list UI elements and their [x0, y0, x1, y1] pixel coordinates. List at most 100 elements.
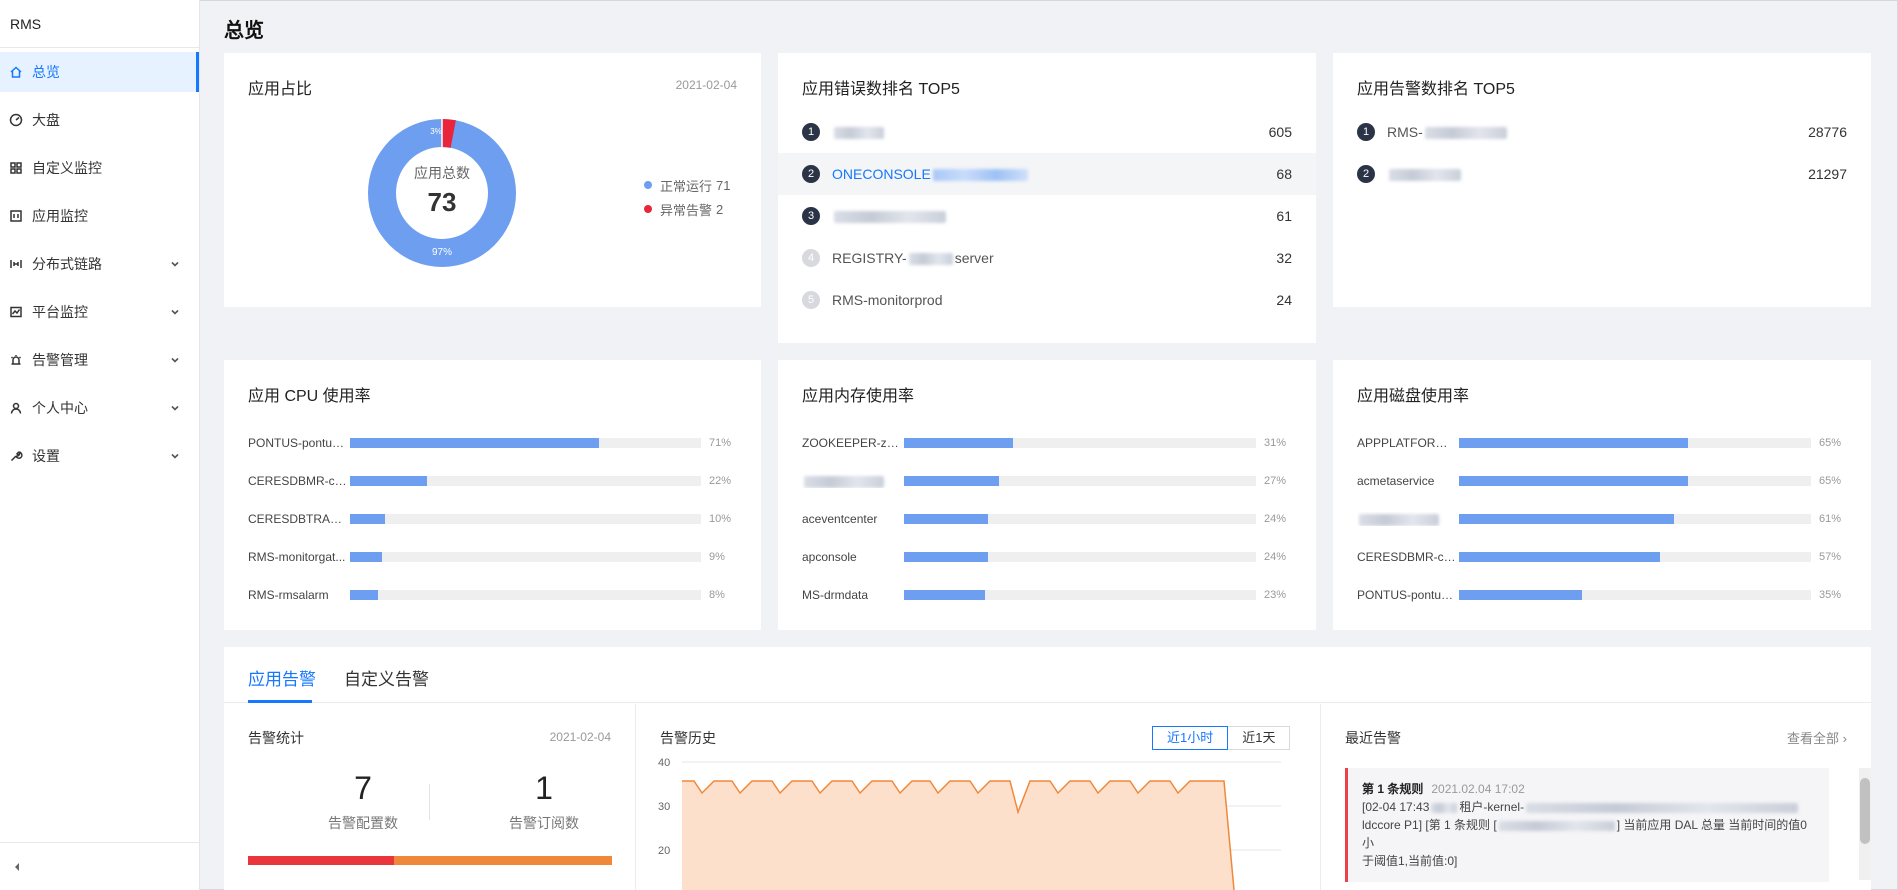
usage-bar-track	[1459, 476, 1811, 486]
usage-app-name: aceventcenter	[802, 512, 878, 526]
usage-app-name: CERESDBMR-cer...	[1357, 550, 1457, 564]
cpu-usage-bars: PONTUS-pontus... 71% CERESDBMR-cer... 22% CE…	[248, 424, 737, 614]
usage-bar-track	[1459, 552, 1811, 562]
mem-usage-card: 应用内存使用率 ZOOKEEPER-zoo... 31% 27% aceventcen…	[778, 360, 1316, 630]
chevron-down-icon	[169, 257, 181, 269]
rank-row[interactable]: 1 RMS- 28776	[1333, 111, 1871, 153]
usage-bar-fill	[904, 476, 1000, 486]
usage-bar-fill	[1459, 514, 1674, 524]
sidebar-item-user[interactable]: 个人中心	[0, 388, 199, 428]
usage-percent: 31%	[1264, 437, 1287, 449]
alarm-rule-name: 第 1 条规则	[1362, 782, 1424, 796]
range-option-1d[interactable]: 近1天	[1228, 726, 1291, 750]
stat-label: 告警配置数	[328, 815, 398, 831]
sidebar-item-grid[interactable]: 自定义监控	[0, 148, 199, 188]
tab-custom-alarm[interactable]: 自定义告警	[344, 665, 429, 690]
rank-row[interactable]: 2 ONECONSOLE 68	[778, 153, 1316, 195]
rank-row[interactable]: 1 605	[778, 111, 1316, 153]
rank-value: 24	[1276, 292, 1292, 308]
redacted-text	[1498, 820, 1615, 831]
rank-app-name	[832, 208, 1276, 224]
usage-row[interactable]: APPPLATFORM-... 65%	[1357, 424, 1847, 462]
alarm-config-stat[interactable]: 7 告警配置数	[288, 770, 438, 833]
sidebar-item-app[interactable]: 应用监控	[0, 196, 199, 236]
usage-row[interactable]: 27%	[802, 462, 1292, 500]
usage-row[interactable]: PONTUS-pontus... 71%	[248, 424, 737, 462]
usage-bar-fill	[350, 590, 379, 600]
sidebar-item-label: 自定义监控	[32, 160, 102, 176]
usage-app-name	[802, 474, 902, 488]
rank-badge: 5	[802, 291, 820, 309]
ratio-bar-red-segment	[248, 856, 394, 865]
error-rank-list: 1 605 2 ONECONSOLE 68 3 61 4 REGISTRY-se…	[778, 111, 1316, 321]
rank-row[interactable]: 3 61	[778, 195, 1316, 237]
alarm-text: [02-04 17:43	[1362, 800, 1430, 814]
usage-row[interactable]: RMS-monitorgat... 9%	[248, 538, 737, 576]
scrollbar-thumb[interactable]	[1860, 778, 1870, 844]
usage-row[interactable]: PONTUS-pontus... 35%	[1357, 576, 1847, 614]
rank-row[interactable]: 5 RMS-monitorprod 24	[778, 279, 1316, 321]
dashboard-icon	[8, 112, 24, 128]
sidebar-item-line-chart[interactable]: 平台监控	[0, 292, 199, 332]
usage-row[interactable]: apconsole 24%	[802, 538, 1292, 576]
usage-bar-track	[1459, 514, 1811, 524]
legend-item-normal[interactable]: 正常运行 71	[644, 173, 730, 197]
sidebar-item-home[interactable]: 总览	[0, 52, 199, 92]
redacted-text	[1526, 802, 1799, 813]
usage-row[interactable]: RMS-rmsalarm 8%	[248, 576, 737, 614]
y-tick-label: 20	[658, 845, 670, 857]
sidebar-item-label: 总览	[32, 64, 60, 80]
history-range-toggle: 近1小时 近1天	[1152, 726, 1291, 750]
usage-percent: 65%	[1819, 437, 1842, 449]
usage-app-name: CERESDBMR-cer...	[248, 474, 348, 488]
section-title: 告警历史	[660, 730, 716, 746]
usage-row[interactable]: CERESDBMR-cer... 22%	[248, 462, 737, 500]
rank-row[interactable]: 4 REGISTRY-server 32	[778, 237, 1316, 279]
alarm-text: 于阈值1,当前值:0]	[1362, 854, 1458, 868]
y-tick-label: 40	[658, 757, 670, 769]
tab-app-alarm[interactable]: 应用告警	[248, 665, 316, 690]
range-option-1h[interactable]: 近1小时	[1152, 726, 1229, 750]
rank-app-name[interactable]: ONECONSOLE	[832, 166, 1276, 182]
card-date: 2021-02-04	[675, 78, 737, 92]
sidebar-item-wrench[interactable]: 设置	[0, 436, 199, 476]
usage-bar-fill	[1459, 438, 1688, 448]
recent-alarm-item[interactable]: 第 1 条规则 2021.02.04 17:02 [02-04 17:43 租户-k…	[1345, 768, 1829, 882]
redacted-text	[1424, 127, 1507, 140]
view-all-link[interactable]: 查看全部 ›	[1787, 728, 1847, 747]
mem-usage-bars: ZOOKEEPER-zoo... 31% 27% aceventcenter 24% ap…	[802, 424, 1292, 614]
usage-row[interactable]: CERESDBTRACE-... 10%	[248, 500, 737, 538]
alarm-panel: 应用告警 自定义告警 告警统计 2021-02-04 7 告警配置数 1 告警订…	[224, 647, 1871, 890]
usage-percent: 10%	[709, 513, 732, 525]
rank-app-name: REGISTRY-server	[832, 250, 1276, 266]
usage-row[interactable]: 61%	[1357, 500, 1847, 538]
line-chart-icon	[8, 304, 24, 320]
usage-row[interactable]: MS-drmdata 23%	[802, 576, 1292, 614]
sidebar-item-alarm[interactable]: 告警管理	[0, 340, 199, 380]
usage-row[interactable]: ZOOKEEPER-zoo... 31%	[802, 424, 1292, 462]
rank-row[interactable]: 2 21297	[1333, 153, 1871, 195]
usage-row[interactable]: acmetaservice 65%	[1357, 462, 1847, 500]
usage-bar-fill	[904, 438, 1014, 448]
cpu-usage-card: 应用 CPU 使用率 PONTUS-pontus... 71% CERESDBMR-…	[224, 360, 761, 630]
ratio-bar-orange-segment	[393, 856, 612, 865]
alarm-subscribe-stat[interactable]: 1 告警订阅数	[469, 770, 619, 833]
sidebar-item-dashboard[interactable]: 大盘	[0, 100, 199, 140]
usage-bar-fill	[350, 552, 382, 562]
usage-row[interactable]: aceventcenter 24%	[802, 500, 1292, 538]
collapse-sidebar-icon[interactable]	[10, 860, 24, 874]
usage-percent: 65%	[1819, 475, 1842, 487]
sidebar-item-trace[interactable]: 分布式链路	[0, 244, 199, 284]
legend-item-abnormal[interactable]: 异常告警 2	[644, 197, 730, 221]
sidebar: RMS 总览 大盘 自定义监控 应用监控 分布式链路 平台监控 告警管理 个人中心 设置	[0, 0, 200, 890]
usage-app-name: PONTUS-pontus...	[248, 436, 348, 450]
alarm-history-chart[interactable]: 40 30 20	[636, 750, 1296, 890]
usage-row[interactable]: CERESDBMR-cer... 57%	[1357, 538, 1847, 576]
sidebar-item-label: 个人中心	[32, 400, 88, 416]
app-ratio-donut[interactable]: 97% 3% 应用总数 73	[368, 119, 516, 267]
home-icon	[8, 64, 24, 80]
alarm-icon	[8, 352, 24, 368]
usage-bar-fill	[1459, 476, 1688, 486]
usage-bar-fill	[1459, 552, 1660, 562]
usage-percent: 24%	[1264, 513, 1287, 525]
